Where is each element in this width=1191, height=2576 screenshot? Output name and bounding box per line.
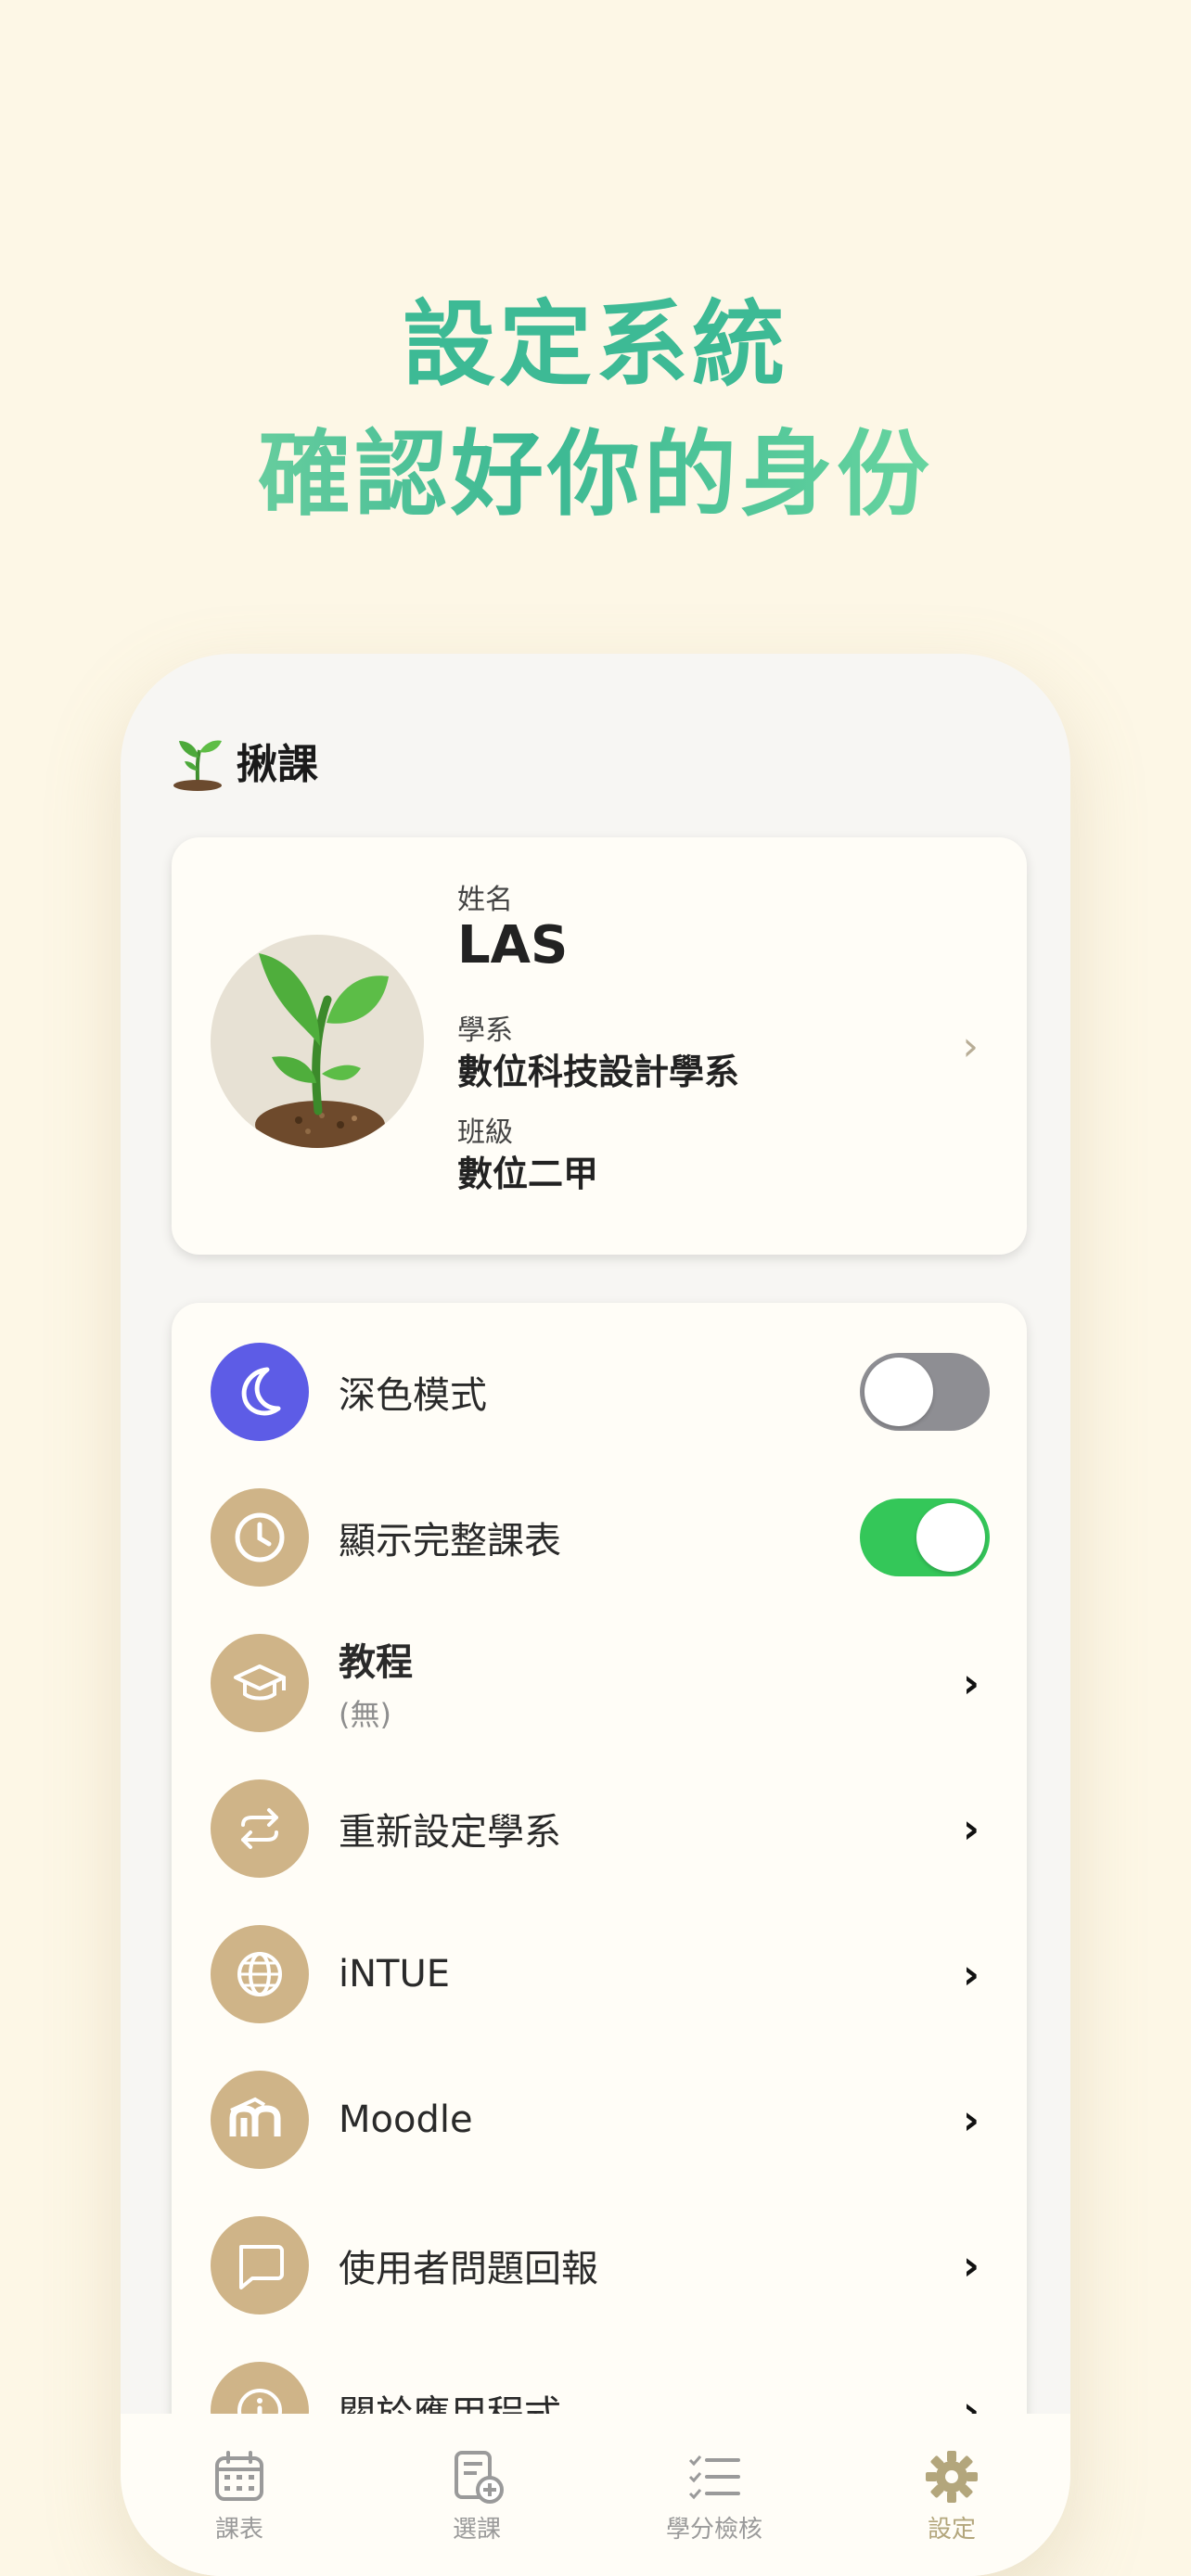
settings-row-program[interactable]: 教程 (無) › (211, 1633, 990, 1733)
sprout-avatar-icon (211, 953, 424, 1148)
app-title: 揪課 (237, 741, 318, 788)
swap-arrows-icon (211, 1779, 309, 1878)
tab-credit-check[interactable]: 學分檢核 (596, 2414, 833, 2576)
app-header: 揪課 (172, 723, 318, 797)
name-label: 姓名 (457, 884, 513, 916)
avatar (211, 935, 424, 1148)
feedback-label: 使用者問題回報 (339, 2248, 598, 2290)
sprout-logo-icon (173, 740, 222, 791)
toggle-knob (916, 1503, 985, 1572)
tab-settings[interactable]: 設定 (833, 2414, 1070, 2576)
headline-line1: 設定系統 (403, 290, 788, 399)
chevron-right-icon: › (962, 2096, 980, 2144)
full-schedule-toggle[interactable] (860, 1498, 990, 1576)
settings-row-reset-department[interactable]: 重新設定學系 › (211, 1779, 990, 1879)
settings-row-intue[interactable]: iNTUE › (211, 1924, 990, 2024)
moodle-label: Moodle (339, 2098, 473, 2141)
dark-mode-toggle[interactable] (860, 1353, 990, 1431)
program-label: 教程 (339, 1641, 413, 1684)
full-schedule-label: 顯示完整課表 (339, 1520, 561, 1562)
tab-course-selection-label: 選課 (452, 2516, 501, 2544)
checklist-icon (688, 2455, 740, 2500)
calendar-icon (215, 2451, 263, 2501)
intue-label: iNTUE (339, 1953, 451, 1996)
graduation-cap-icon (211, 1634, 309, 1732)
headline-line2: 確認好你的身份 (0, 399, 1191, 533)
settings-card: 深色模式 顯示完整課表 教程 (無) › 重新設定學系 › iNTUE › Mo… (172, 1303, 1027, 2576)
chevron-right-icon: › (962, 1659, 980, 1707)
tab-bar: 課表 選課 學分檢核 設定 (121, 2414, 1070, 2576)
moon-icon (211, 1343, 309, 1441)
department-label: 學系 (457, 1014, 513, 1047)
chevron-right-icon: › (962, 1950, 980, 1998)
dark-mode-label: 深色模式 (339, 1374, 487, 1417)
profile-card[interactable]: 姓名 LAS 學系 數位科技設計學系 班級 數位二甲 › (172, 837, 1027, 1255)
tab-schedule-label: 課表 (214, 2516, 263, 2544)
class-value: 數位二甲 (457, 1154, 599, 1194)
department-value: 數位科技設計學系 (457, 1052, 740, 1092)
chevron-right-icon: › (962, 2241, 980, 2289)
phone-mockup: 揪課 姓名 LAS 學系 數位科技設計學系 班級 數位二甲 › 深色模式 顯示完… (121, 654, 1070, 2576)
gear-icon (926, 2451, 978, 2503)
chat-bubble-icon (211, 2216, 309, 2315)
class-label: 班級 (457, 1116, 513, 1149)
chevron-right-icon: › (962, 1023, 979, 1070)
reset-department-label: 重新設定學系 (339, 1811, 561, 1854)
tab-credit-check-label: 學分檢核 (665, 2516, 762, 2544)
settings-row-full-schedule[interactable]: 顯示完整課表 (211, 1487, 990, 1588)
program-value: (無) (339, 1697, 391, 1732)
settings-row-dark-mode[interactable]: 深色模式 (211, 1342, 990, 1442)
tab-schedule[interactable]: 課表 (121, 2414, 358, 2576)
clock-icon (211, 1488, 309, 1587)
globe-icon (211, 1925, 309, 2023)
tab-settings-label: 設定 (927, 2516, 976, 2544)
settings-row-moodle[interactable]: Moodle › (211, 2070, 990, 2170)
add-course-icon (455, 2451, 504, 2504)
settings-row-feedback[interactable]: 使用者問題回報 › (211, 2215, 990, 2315)
name-value: LAS (457, 915, 569, 976)
toggle-knob (864, 1358, 933, 1426)
moodle-icon (211, 2071, 309, 2169)
chevron-right-icon: › (962, 1804, 980, 1853)
tab-course-selection[interactable]: 選課 (358, 2414, 596, 2576)
